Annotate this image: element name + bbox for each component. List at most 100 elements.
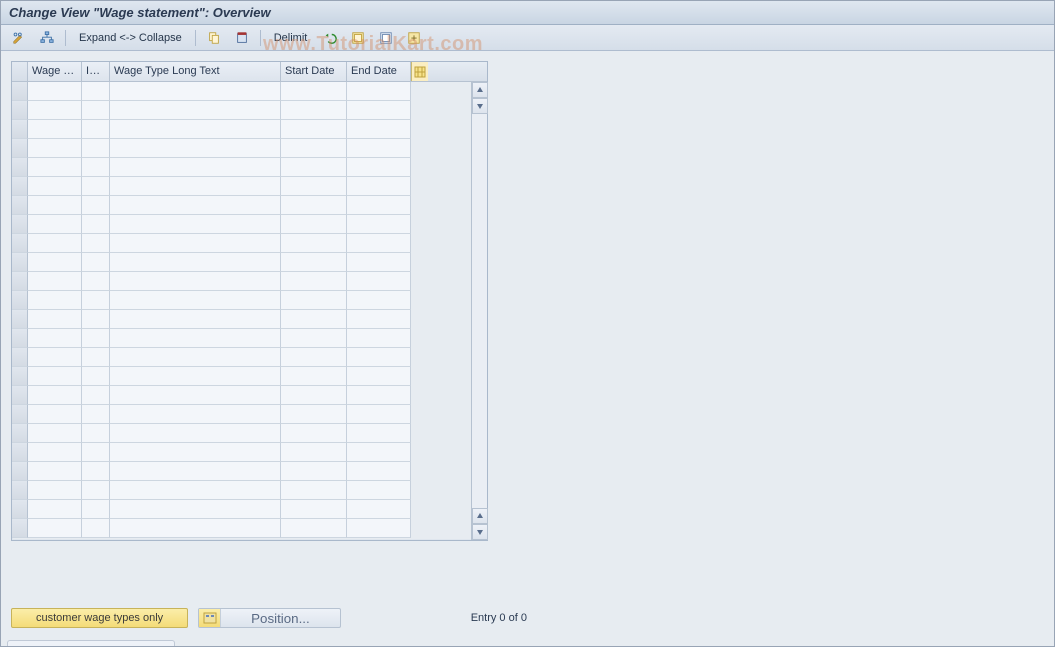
cell-end-date[interactable] (347, 443, 411, 462)
cell-long-text[interactable] (110, 196, 281, 215)
cell-wage-type[interactable] (28, 82, 82, 101)
table-row[interactable] (12, 519, 487, 538)
cell-infotype[interactable] (82, 310, 110, 329)
cell-long-text[interactable] (110, 291, 281, 310)
cell-end-date[interactable] (347, 272, 411, 291)
cell-long-text[interactable] (110, 367, 281, 386)
table-row[interactable] (12, 215, 487, 234)
table-row[interactable] (12, 291, 487, 310)
cell-end-date[interactable] (347, 386, 411, 405)
cell-end-date[interactable] (347, 82, 411, 101)
table-row[interactable] (12, 310, 487, 329)
delete-button[interactable] (230, 28, 254, 48)
row-selector[interactable] (12, 310, 28, 329)
cell-wage-type[interactable] (28, 462, 82, 481)
copy-button[interactable] (202, 28, 226, 48)
cell-long-text[interactable] (110, 139, 281, 158)
cell-wage-type[interactable] (28, 519, 82, 538)
cell-infotype[interactable] (82, 234, 110, 253)
cell-long-text[interactable] (110, 253, 281, 272)
row-selector[interactable] (12, 405, 28, 424)
cell-wage-type[interactable] (28, 101, 82, 120)
cell-long-text[interactable] (110, 462, 281, 481)
cell-infotype[interactable] (82, 139, 110, 158)
cell-start-date[interactable] (281, 405, 347, 424)
cell-infotype[interactable] (82, 329, 110, 348)
cell-start-date[interactable] (281, 310, 347, 329)
table-row[interactable] (12, 386, 487, 405)
cell-end-date[interactable] (347, 291, 411, 310)
cell-start-date[interactable] (281, 101, 347, 120)
cell-start-date[interactable] (281, 424, 347, 443)
cell-start-date[interactable] (281, 196, 347, 215)
cell-end-date[interactable] (347, 101, 411, 120)
cell-end-date[interactable] (347, 519, 411, 538)
row-selector[interactable] (12, 519, 28, 538)
scroll-up-button[interactable] (472, 82, 488, 98)
cell-wage-type[interactable] (28, 272, 82, 291)
row-selector[interactable] (12, 291, 28, 310)
cell-long-text[interactable] (110, 158, 281, 177)
cell-long-text[interactable] (110, 386, 281, 405)
cell-infotype[interactable] (82, 424, 110, 443)
cell-end-date[interactable] (347, 196, 411, 215)
deselect-all-button[interactable] (374, 28, 398, 48)
cell-infotype[interactable] (82, 386, 110, 405)
row-selector[interactable] (12, 500, 28, 519)
cell-end-date[interactable] (347, 139, 411, 158)
cell-infotype[interactable] (82, 443, 110, 462)
cell-infotype[interactable] (82, 196, 110, 215)
cell-start-date[interactable] (281, 253, 347, 272)
cell-end-date[interactable] (347, 348, 411, 367)
table-config-button[interactable] (411, 62, 428, 81)
delimit-button[interactable]: Delimit (267, 28, 315, 48)
cell-infotype[interactable] (82, 253, 110, 272)
cell-long-text[interactable] (110, 443, 281, 462)
cell-long-text[interactable] (110, 101, 281, 120)
cell-wage-type[interactable] (28, 367, 82, 386)
cell-long-text[interactable] (110, 120, 281, 139)
cell-wage-type[interactable] (28, 120, 82, 139)
cell-long-text[interactable] (110, 177, 281, 196)
cell-infotype[interactable] (82, 82, 110, 101)
cell-wage-type[interactable] (28, 443, 82, 462)
cell-end-date[interactable] (347, 481, 411, 500)
cell-wage-type[interactable] (28, 139, 82, 158)
cell-infotype[interactable] (82, 158, 110, 177)
table-row[interactable] (12, 348, 487, 367)
col-long-text[interactable]: Wage Type Long Text (110, 62, 281, 81)
col-end-date[interactable]: End Date (347, 62, 411, 81)
row-selector[interactable] (12, 177, 28, 196)
cell-start-date[interactable] (281, 139, 347, 158)
cell-start-date[interactable] (281, 481, 347, 500)
cell-start-date[interactable] (281, 291, 347, 310)
cell-end-date[interactable] (347, 234, 411, 253)
row-selector[interactable] (12, 196, 28, 215)
cell-long-text[interactable] (110, 405, 281, 424)
cell-start-date[interactable] (281, 386, 347, 405)
cell-wage-type[interactable] (28, 481, 82, 500)
cell-infotype[interactable] (82, 481, 110, 500)
table-row[interactable] (12, 329, 487, 348)
cell-infotype[interactable] (82, 215, 110, 234)
cell-end-date[interactable] (347, 253, 411, 272)
cell-long-text[interactable] (110, 82, 281, 101)
cell-end-date[interactable] (347, 462, 411, 481)
cell-infotype[interactable] (82, 462, 110, 481)
table-row[interactable] (12, 196, 487, 215)
cell-wage-type[interactable] (28, 177, 82, 196)
cell-infotype[interactable] (82, 367, 110, 386)
select-all-button[interactable] (346, 28, 370, 48)
col-infotype[interactable]: Inf... (82, 62, 110, 81)
cell-infotype[interactable] (82, 519, 110, 538)
cell-start-date[interactable] (281, 234, 347, 253)
table-row[interactable] (12, 234, 487, 253)
cell-long-text[interactable] (110, 272, 281, 291)
table-row[interactable] (12, 367, 487, 386)
cell-start-date[interactable] (281, 519, 347, 538)
table-row[interactable] (12, 101, 487, 120)
cell-long-text[interactable] (110, 424, 281, 443)
cell-end-date[interactable] (347, 500, 411, 519)
table-row[interactable] (12, 158, 487, 177)
table-settings-button[interactable] (402, 28, 426, 48)
